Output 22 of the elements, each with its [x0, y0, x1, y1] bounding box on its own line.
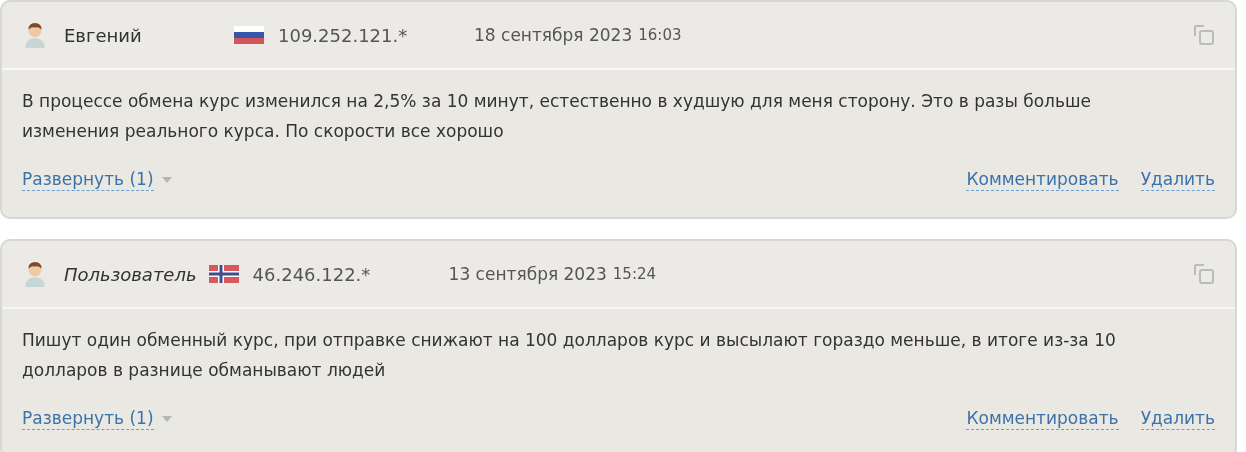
ip-address: 46.246.122.* [252, 263, 372, 285]
author-name: Евгений [64, 24, 143, 46]
review-date: 18 сентября 2023 [474, 25, 633, 45]
caret-icon[interactable] [161, 176, 172, 183]
copy-icon[interactable] [1193, 263, 1215, 285]
ip-address: 109.252.121.* [278, 24, 409, 46]
review-date: 13 сентября 2023 [448, 264, 607, 284]
expand-link[interactable]: Развернуть (1) [22, 168, 154, 191]
action-link[interactable]: Комментировать [966, 168, 1119, 191]
review-text: Пишут один обменный курс, при отправке снижают на 100 долларов курс и высылают гораздо меньше, в итоге из-за 10 долларов в разнице обманывают людей [22, 329, 1117, 382]
review-text: В процессе обмена курс изменился на 2,5% за 10 минут, естественно в худшую для меня сторону. Это в разы больше изменения реального курса. По скорости все хорошо [22, 90, 1093, 143]
author-name: Пользователь [64, 263, 197, 285]
expand-link[interactable]: Развернуть (1) [22, 407, 154, 430]
review-time: 15:24 [612, 265, 657, 283]
action-link[interactable]: Удалить [1140, 168, 1215, 191]
action-link[interactable]: Удалить [1140, 407, 1215, 430]
user-icon [22, 261, 48, 287]
caret-icon[interactable] [161, 415, 172, 422]
user-icon [22, 22, 48, 48]
review-time: 16:03 [638, 26, 682, 44]
copy-icon[interactable] [1193, 24, 1215, 46]
action-link[interactable]: Комментировать [966, 407, 1119, 430]
